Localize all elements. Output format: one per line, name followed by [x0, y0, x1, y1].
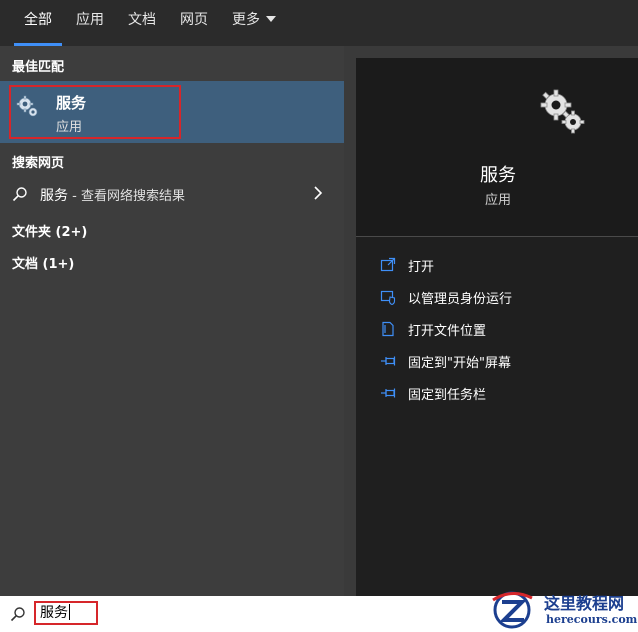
tab-apps[interactable]: 应用: [70, 0, 110, 46]
results-panel: 最佳匹配 服务 应用 搜索网页 服务 - 查看网络搜索结果 文件夹 (2+) 文…: [0, 46, 344, 596]
tab-all[interactable]: 全部: [14, 0, 62, 46]
action-run-as-admin[interactable]: 以管理员身份运行: [356, 282, 638, 312]
preview-panel: 服务 应用 打开 以管理员身份运行 打开文件位置 固定到"开始"屏幕 固定到任务…: [356, 58, 638, 596]
text-cursor: [69, 604, 70, 620]
tab-web[interactable]: 网页: [174, 0, 214, 46]
web-search-heading: 搜索网页: [12, 156, 65, 171]
watermark-logo-icon: [492, 591, 533, 629]
tab-documents[interactable]: 文档: [122, 0, 162, 46]
services-gear-icon: [540, 89, 585, 134]
preview-header: 服务 应用: [356, 58, 638, 237]
documents-category[interactable]: 文档 (1+): [12, 253, 74, 272]
action-label: 固定到"开始"屏幕: [408, 356, 511, 371]
folders-category[interactable]: 文件夹 (2+): [12, 221, 87, 240]
shield-icon: [380, 290, 396, 305]
preview-app-name: 服务: [480, 165, 516, 186]
highlight-outline: [9, 85, 181, 139]
web-query-suffix: - 查看网络搜索结果: [68, 189, 185, 204]
filter-tabs: 全部 应用 文档 网页 更多: [0, 0, 638, 46]
action-pin-to-start[interactable]: 固定到"开始"屏幕: [356, 346, 638, 376]
watermark-cn: 这里教程网: [544, 594, 625, 613]
search-icon: [10, 607, 25, 622]
action-label: 打开: [408, 260, 435, 275]
action-open-file-location[interactable]: 打开文件位置: [356, 314, 638, 344]
action-label: 以管理员身份运行: [408, 292, 513, 307]
action-label: 固定到任务栏: [408, 388, 487, 403]
best-match-heading: 最佳匹配: [12, 60, 65, 75]
pin-icon: [381, 356, 396, 366]
watermark-en: herecours.com: [546, 613, 638, 626]
action-label: 打开文件位置: [408, 324, 487, 339]
search-input[interactable]: 服务: [34, 601, 98, 625]
pin-icon: [381, 388, 396, 398]
file-location-icon: [382, 321, 394, 337]
action-open[interactable]: 打开: [356, 250, 638, 280]
watermark: 这里教程网 herecours.com: [488, 588, 638, 632]
open-icon: [380, 257, 396, 272]
tab-more[interactable]: 更多: [226, 0, 282, 46]
web-query: 服务: [40, 188, 68, 204]
caret-down-icon: [266, 16, 276, 22]
action-pin-to-taskbar[interactable]: 固定到任务栏: [356, 378, 638, 408]
preview-app-type: 应用: [484, 193, 511, 208]
search-icon: [12, 187, 27, 202]
